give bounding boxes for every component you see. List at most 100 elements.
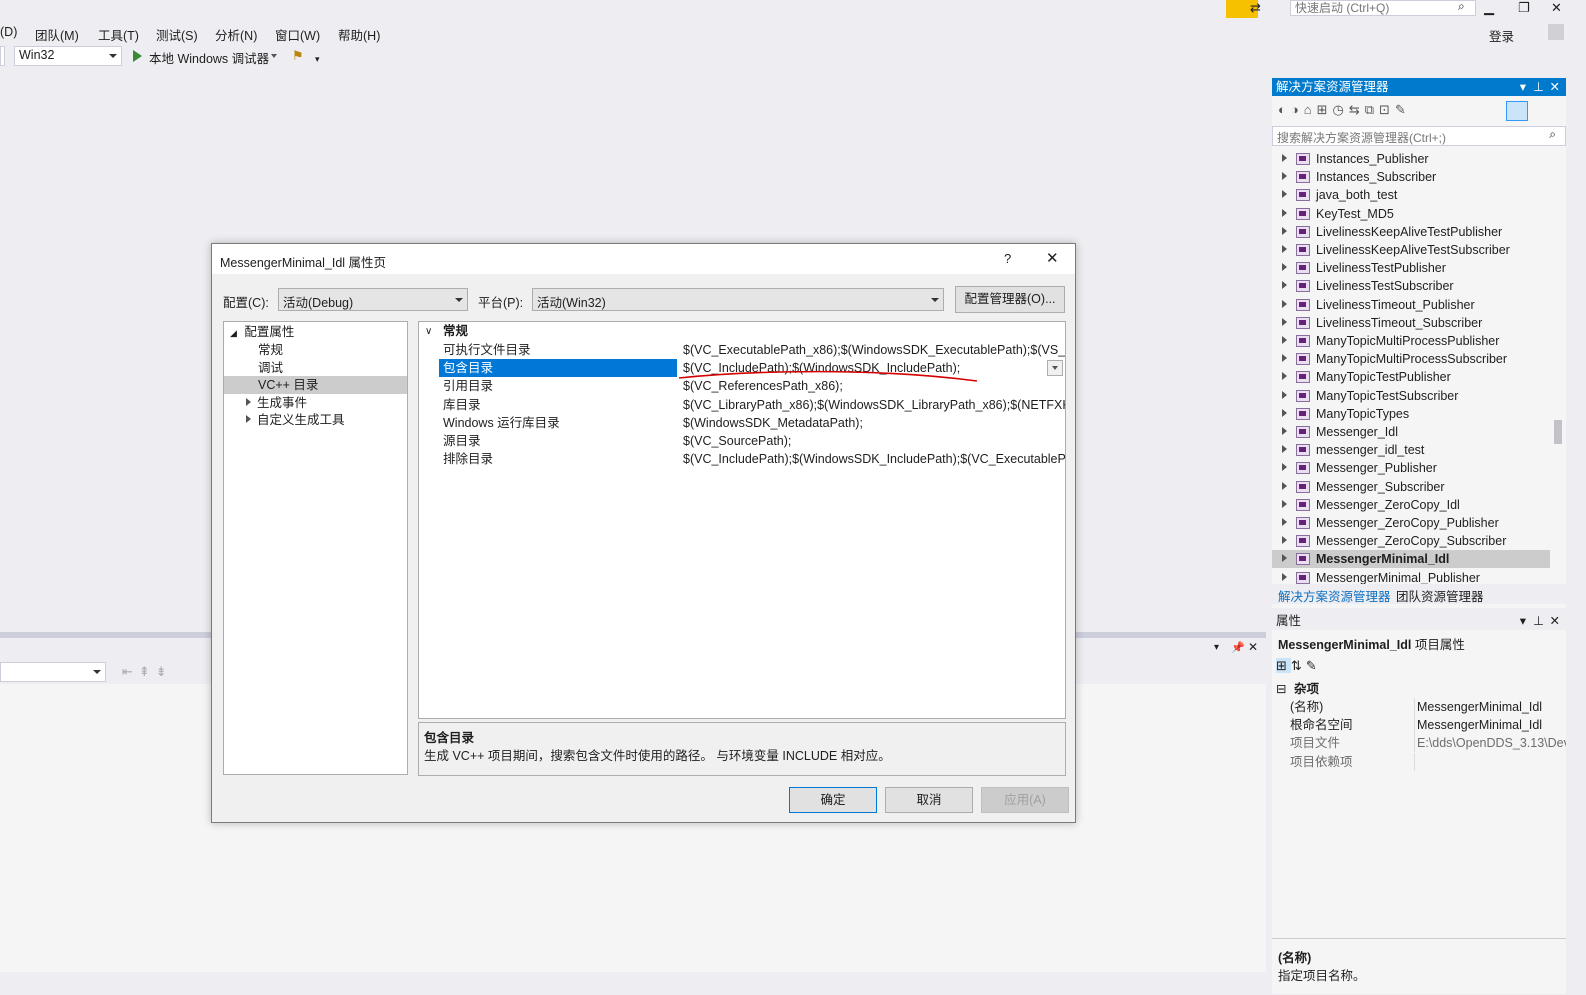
- expand-icon[interactable]: [1282, 427, 1287, 435]
- solution-project-item[interactable]: LivelinessTimeout_Publisher: [1272, 296, 1550, 314]
- properties-wrench-icon[interactable]: ✎: [1395, 102, 1411, 117]
- solution-scrollbar[interactable]: [1552, 150, 1566, 584]
- expand-icon[interactable]: [1282, 408, 1287, 417]
- pin-icon[interactable]: ⊥: [1533, 612, 1544, 630]
- menu-item-help[interactable]: 帮助(H): [338, 25, 380, 44]
- grid-category[interactable]: ∨ 常规: [419, 322, 1065, 341]
- solution-project-item[interactable]: Instances_Publisher: [1272, 150, 1550, 168]
- menu-item-team[interactable]: 团队(M): [35, 25, 79, 44]
- preview-toggle-icon[interactable]: [1506, 101, 1528, 121]
- pin-icon[interactable]: 📌: [1231, 641, 1245, 654]
- config-manager-button[interactable]: 配置管理器(O)...: [955, 286, 1065, 313]
- expand-icon[interactable]: [1282, 445, 1287, 454]
- history-icon[interactable]: ◷: [1332, 102, 1348, 117]
- solution-project-item[interactable]: Instances_Subscriber: [1272, 168, 1550, 186]
- tree-item-custom-build[interactable]: 自定义生成工具: [246, 411, 345, 429]
- grid-row-value[interactable]: $(VC_IncludePath);$(WindowsSDK_IncludePa…: [681, 450, 1065, 468]
- cancel-button[interactable]: 取消: [885, 787, 973, 813]
- solution-project-item[interactable]: Messenger_Idl: [1272, 423, 1550, 441]
- grid-row[interactable]: 源目录 $(VC_SourcePath);: [419, 432, 1065, 450]
- debugger-button[interactable]: 本地 Windows 调试器: [149, 48, 269, 67]
- solution-project-item[interactable]: ManyTopicTestPublisher: [1272, 368, 1550, 386]
- solution-project-item[interactable]: messenger_idl_test: [1272, 441, 1550, 459]
- expand-icon[interactable]: [1282, 354, 1287, 363]
- grid-row[interactable]: 库目录 $(VC_LibraryPath_x86);$(WindowsSDK_Li…: [419, 396, 1065, 414]
- grid-row[interactable]: Windows 运行库目录 $(WindowsSDK_MetadataPath);: [419, 414, 1065, 432]
- solution-project-item[interactable]: ManyTopicTypes: [1272, 405, 1550, 423]
- help-button[interactable]: ?: [1004, 251, 1011, 266]
- ok-button[interactable]: 确定: [789, 787, 877, 813]
- expand-icon[interactable]: [1282, 263, 1287, 272]
- solution-project-item[interactable]: MessengerMinimal_Idl: [1272, 550, 1550, 569]
- property-value[interactable]: [1414, 752, 1566, 771]
- sync-icon[interactable]: ⇆: [1349, 102, 1365, 117]
- expand-icon[interactable]: [1282, 554, 1287, 563]
- expand-icon[interactable]: [1282, 317, 1287, 326]
- expand-icon[interactable]: [1282, 299, 1287, 308]
- collapse-icon[interactable]: ⊟: [1276, 682, 1286, 696]
- account-icon[interactable]: [1548, 24, 1564, 40]
- expand-icon[interactable]: [1282, 481, 1287, 490]
- grid-row-value[interactable]: $(VC_SourcePath);: [681, 432, 1065, 450]
- solution-project-item[interactable]: LivelinessTimeout_Subscriber: [1272, 314, 1550, 332]
- solution-project-item[interactable]: Messenger_ZeroCopy_Subscriber: [1272, 532, 1550, 550]
- switch-views-icon[interactable]: ⊞: [1317, 102, 1333, 117]
- menu-item-build[interactable]: (D): [0, 25, 17, 39]
- solution-project-item[interactable]: LivelinessTestPublisher: [1272, 259, 1550, 277]
- solution-project-item[interactable]: Messenger_Subscriber: [1272, 478, 1550, 496]
- solution-project-item[interactable]: ManyTopicMultiProcessSubscriber: [1272, 350, 1550, 368]
- expand-icon[interactable]: [1282, 245, 1287, 253]
- close-icon[interactable]: ✕: [1550, 78, 1560, 96]
- value-dropdown-button[interactable]: [1047, 360, 1063, 377]
- expand-icon[interactable]: [246, 398, 251, 406]
- categorized-icon[interactable]: ⊞: [1276, 658, 1291, 673]
- solution-search-input[interactable]: 搜索解决方案资源管理器(Ctrl+;): [1272, 126, 1566, 146]
- solution-project-item[interactable]: LivelinessKeepAliveTestPublisher: [1272, 223, 1550, 241]
- solution-project-item[interactable]: Messenger_ZeroCopy_Idl: [1272, 496, 1550, 514]
- config-combo-edge[interactable]: [0, 46, 5, 66]
- expand-icon[interactable]: [1282, 208, 1287, 217]
- solution-project-item[interactable]: KeyTest_MD5: [1272, 205, 1550, 223]
- expand-icon[interactable]: [246, 415, 251, 423]
- solution-project-item[interactable]: java_both_test: [1272, 186, 1550, 204]
- solution-project-item[interactable]: Messenger_ZeroCopy_Publisher: [1272, 514, 1550, 532]
- property-row[interactable]: 项目文件 E:\dds\OpenDDS_3.13\DevGuideExamples: [1272, 734, 1566, 753]
- expand-icon[interactable]: [1282, 372, 1287, 381]
- solution-project-item[interactable]: LivelinessKeepAliveTestSubscriber: [1272, 241, 1550, 259]
- menu-item-window[interactable]: 窗口(W): [275, 25, 320, 44]
- platform-select[interactable]: 活动(Win32): [532, 288, 944, 311]
- alphabetical-icon[interactable]: ⇅: [1291, 658, 1306, 673]
- pin-icon[interactable]: ⊥: [1533, 78, 1544, 96]
- grid-row[interactable]: 可执行文件目录 $(VC_ExecutablePath_x86);$(Window…: [419, 341, 1065, 359]
- expand-icon[interactable]: [1282, 190, 1287, 199]
- property-value[interactable]: MessengerMinimal_Idl: [1414, 698, 1566, 716]
- property-row[interactable]: (名称) MessengerMinimal_Idl: [1272, 698, 1566, 716]
- expand-icon[interactable]: [1282, 226, 1287, 235]
- expand-icon[interactable]: [1282, 390, 1287, 399]
- close-icon[interactable]: ✕: [1550, 612, 1560, 630]
- output-source-combo[interactable]: [0, 662, 106, 682]
- solution-project-item[interactable]: ManyTopicTestSubscriber: [1272, 387, 1550, 405]
- chevron-down-icon[interactable]: ∨: [425, 322, 432, 341]
- tree-item-build-events[interactable]: 生成事件: [246, 394, 307, 412]
- expand-icon[interactable]: [1282, 518, 1287, 526]
- menu-item-test[interactable]: 测试(S): [156, 25, 198, 44]
- tab-solution-explorer[interactable]: 解决方案资源管理器: [1278, 586, 1391, 605]
- share-icon[interactable]: ⇄: [1250, 0, 1261, 16]
- scrollbar-thumb[interactable]: [1554, 420, 1562, 444]
- solution-project-item[interactable]: LivelinessTestSubscriber: [1272, 277, 1550, 295]
- grid-row[interactable]: 排除目录 $(VC_IncludePath);$(WindowsSDK_Inclu…: [419, 450, 1065, 468]
- dropdown-icon[interactable]: ▾: [1520, 612, 1526, 630]
- dropdown-icon[interactable]: ▾: [1214, 642, 1219, 653]
- expand-icon[interactable]: [1282, 154, 1287, 162]
- expand-icon[interactable]: [1282, 499, 1287, 508]
- properties-category[interactable]: ⊟ 杂项: [1272, 680, 1566, 698]
- config-select[interactable]: 活动(Debug): [278, 288, 468, 311]
- property-pages-icon[interactable]: ✎: [1306, 658, 1321, 673]
- property-value[interactable]: MessengerMinimal_Idl: [1414, 716, 1566, 735]
- expand-icon[interactable]: [1282, 463, 1287, 472]
- expand-icon[interactable]: [1282, 281, 1287, 290]
- apply-button[interactable]: 应用(A): [981, 787, 1069, 813]
- grid-row-value[interactable]: $(WindowsSDK_MetadataPath);: [681, 414, 1065, 432]
- home-icon[interactable]: ⌂: [1304, 102, 1317, 117]
